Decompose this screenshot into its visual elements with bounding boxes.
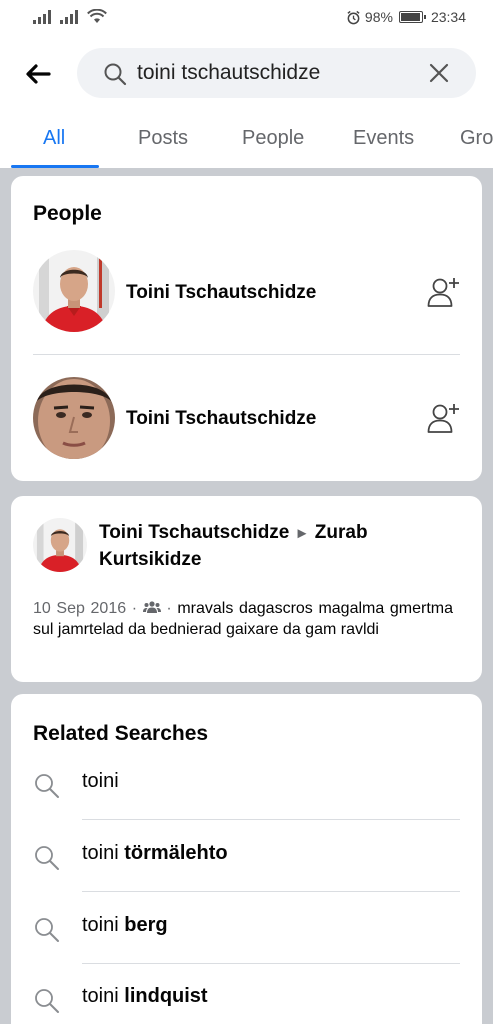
status-right: 98% 23:34 — [346, 9, 466, 25]
search-icon — [33, 987, 61, 1020]
post-card[interactable]: Toini Tschautschidze ► Zurab Kurtsikidze… — [11, 496, 482, 682]
related-search-label[interactable]: toini lindquist — [82, 985, 208, 1008]
avatar — [33, 518, 87, 572]
search-field[interactable]: toini tschautschidze — [77, 48, 476, 98]
related-search-item[interactable]: toini lindquist — [11, 963, 482, 1024]
battery-percent: 98% — [364, 9, 393, 25]
related-search-item[interactable]: toini törmälehto — [11, 820, 482, 892]
related-search-label[interactable]: toini törmälehto — [82, 842, 228, 865]
active-tab-indicator — [11, 165, 99, 168]
people-section-title: People — [33, 202, 102, 225]
top-bar: 98% 23:34 toini tschautschidze All Posts… — [0, 0, 493, 168]
related-searches-title: Related Searches — [33, 722, 209, 745]
tab-groups[interactable]: Gro — [460, 127, 493, 150]
post-date[interactable]: 10 Sep 2016 — [33, 600, 126, 617]
add-friend-button[interactable] — [426, 275, 460, 309]
clear-search-button[interactable] — [428, 62, 450, 84]
avatar — [33, 377, 115, 459]
signal-indicators — [33, 9, 107, 24]
close-icon — [429, 63, 449, 83]
post-arrow: ► — [294, 525, 310, 542]
divider — [33, 354, 460, 355]
search-input[interactable]: toini tschautschidze — [137, 61, 320, 85]
tab-posts[interactable]: Posts — [138, 127, 188, 150]
person-name[interactable]: Toini Tschautschidze — [126, 408, 316, 430]
battery-icon — [398, 11, 426, 23]
tab-people[interactable]: People — [242, 127, 304, 150]
battery-fill — [400, 13, 420, 21]
people-card: People Toini Tschautschidze Toini Tschau… — [11, 176, 482, 481]
search-icon — [103, 62, 127, 91]
search-tabs: All Posts People Events Gro — [0, 118, 493, 168]
post-title: Toini Tschautschidze ► Zurab Kurtsikidze — [99, 520, 459, 573]
related-search-label[interactable]: toini — [82, 770, 119, 793]
add-friend-icon — [427, 278, 459, 307]
back-button[interactable] — [22, 58, 54, 90]
post-body: 10 Sep 2016 · · mravals dagascros magalm… — [33, 598, 453, 640]
back-arrow-icon — [26, 64, 51, 84]
person-name[interactable]: Toini Tschautschidze — [126, 282, 316, 304]
status-bar: 98% 23:34 — [0, 0, 493, 36]
signal-icon — [60, 9, 78, 24]
clock-time: 23:34 — [430, 9, 466, 25]
add-friend-icon — [427, 404, 459, 433]
tab-all[interactable]: All — [43, 127, 65, 150]
wifi-icon — [87, 9, 107, 23]
meta-separator: · — [166, 600, 172, 617]
related-searches-card: Related Searches toini toini törmälehto … — [11, 694, 482, 1024]
related-search-label[interactable]: toini berg — [82, 914, 168, 937]
related-search-item[interactable]: toini — [11, 748, 482, 820]
search-icon — [33, 844, 61, 877]
search-icon — [33, 916, 61, 949]
signal-icon — [33, 9, 51, 24]
related-search-item[interactable]: toini berg — [11, 892, 482, 964]
alarm-icon — [347, 10, 360, 24]
meta-separator: · — [131, 600, 138, 617]
avatar — [33, 250, 115, 332]
post-author[interactable]: Toini Tschautschidze — [99, 522, 289, 543]
friends-icon — [142, 601, 161, 613]
search-icon — [33, 772, 61, 805]
tab-events[interactable]: Events — [353, 127, 414, 150]
add-friend-button[interactable] — [426, 401, 460, 435]
